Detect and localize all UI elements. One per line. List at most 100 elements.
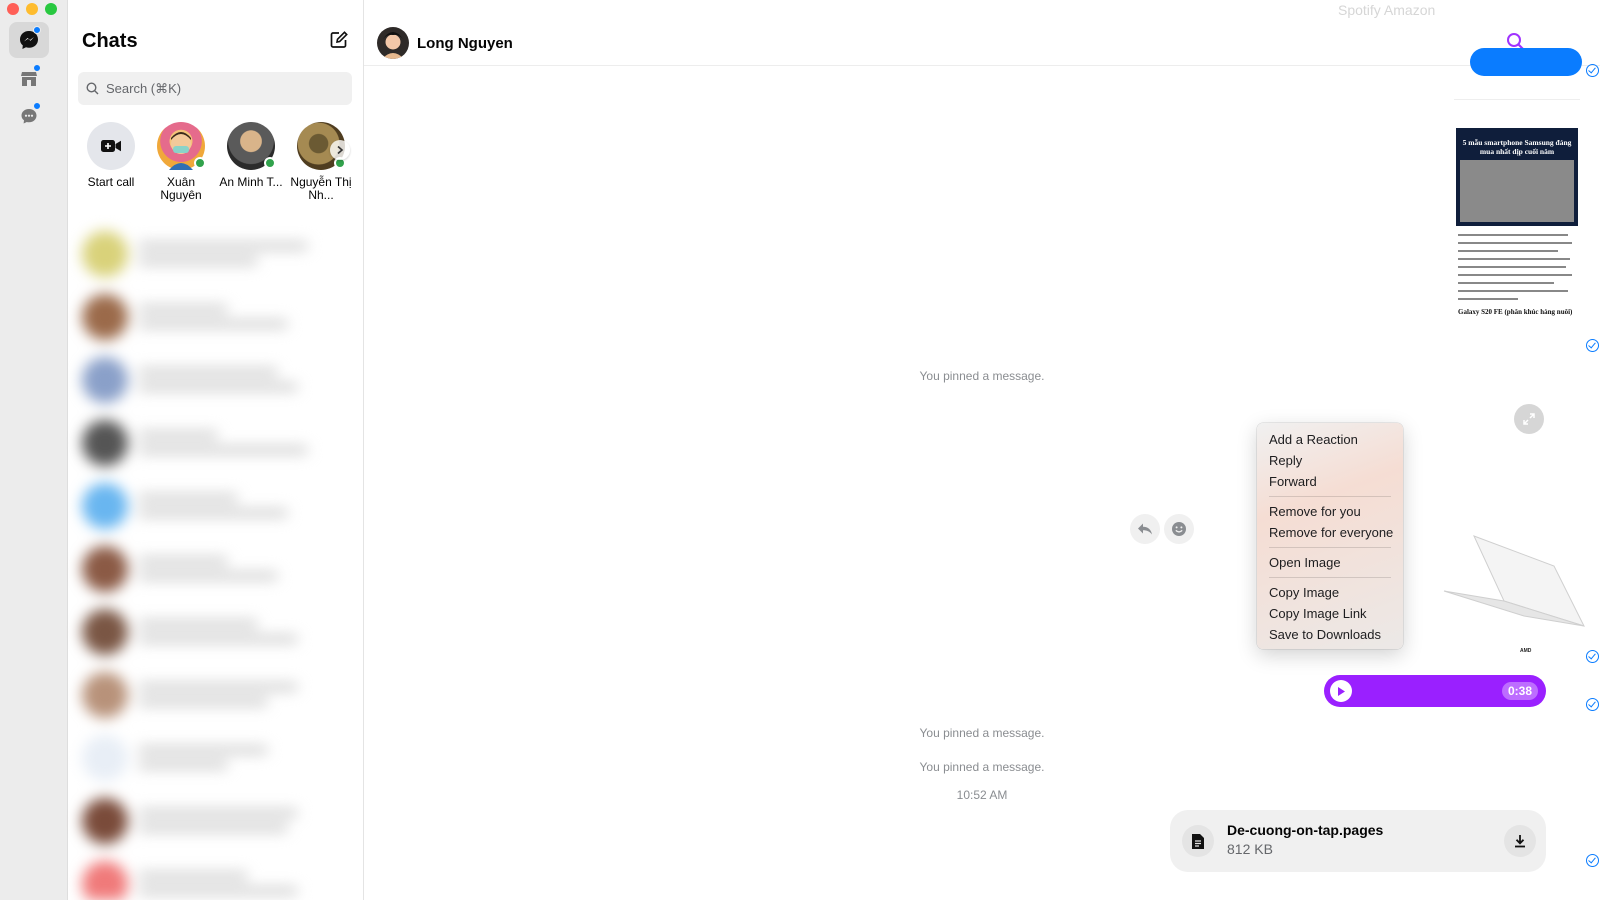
avatar (227, 122, 276, 170)
menu-divider (1269, 547, 1391, 548)
search-box[interactable] (78, 72, 352, 105)
voice-message[interactable]: 0:38 (1324, 675, 1546, 707)
pinned-notice: You pinned a message. (919, 760, 1045, 774)
notification-badge (33, 26, 41, 34)
list-item[interactable] (68, 789, 364, 852)
react-button[interactable] (1164, 514, 1194, 544)
play-button[interactable] (1330, 680, 1352, 702)
search-input[interactable] (106, 81, 336, 96)
notification-badge (33, 102, 41, 110)
contact-avatar-image (377, 27, 409, 59)
message-context-menu: Add a Reaction Reply Forward Remove for … (1257, 423, 1403, 649)
left-rail (0, 0, 68, 900)
image-browser-bar (1454, 88, 1580, 100)
list-item[interactable] (68, 411, 364, 474)
remove-for-everyone-menu-item[interactable]: Remove for everyone (1257, 522, 1403, 543)
file-attachment[interactable]: De-cuong-on-tap.pages 812 KB (1170, 810, 1546, 872)
open-image-menu-item[interactable]: Open Image (1257, 552, 1403, 573)
image-article-caption: Galaxy S20 FE (phân khúc hàng nuôi) (1458, 308, 1573, 316)
story-label: Nguyễn Thị Nh... (290, 175, 352, 202)
file-size: 812 KB (1227, 841, 1273, 857)
list-item[interactable] (68, 726, 364, 789)
message-thread[interactable]: 5 mẫu smartphone Samsung đáng mua nhất d… (364, 48, 1600, 900)
rail-requests-button[interactable] (9, 98, 49, 134)
pinned-notice: You pinned a message. (919, 369, 1045, 383)
image-article-headline: 5 mẫu smartphone Samsung đáng mua nhất d… (1462, 138, 1572, 156)
shared-laptop-image[interactable] (1404, 496, 1600, 666)
sent-check-icon (1586, 650, 1599, 663)
story-contact[interactable]: An Minh T... (218, 122, 284, 212)
remove-for-you-menu-item[interactable]: Remove for you (1257, 501, 1403, 522)
add-reaction-menu-item[interactable]: Add a Reaction (1257, 429, 1403, 450)
chat-header: Long Nguyen Spotify Amazon (364, 0, 1600, 66)
menu-divider (1269, 496, 1391, 497)
contact-name[interactable]: Long Nguyen (417, 35, 513, 52)
compose-button[interactable] (329, 30, 349, 55)
smiley-icon (1172, 522, 1186, 536)
start-call-avatar (87, 122, 135, 170)
video-call-icon (101, 140, 121, 152)
story-label: An Minh T... (219, 175, 283, 189)
menu-divider (1269, 577, 1391, 578)
image-article-text (1454, 226, 1580, 300)
play-icon (1338, 686, 1345, 696)
list-item[interactable] (68, 285, 364, 348)
laptop-image (1443, 535, 1585, 627)
document-icon (1192, 833, 1204, 849)
reply-button[interactable] (1130, 514, 1160, 544)
rail-marketplace-button[interactable] (9, 60, 49, 96)
contact-avatar[interactable] (377, 27, 409, 59)
conversation-list[interactable] (68, 222, 364, 900)
sent-check-icon (1586, 698, 1599, 711)
list-item[interactable] (68, 348, 364, 411)
online-indicator (264, 157, 276, 169)
sent-check-icon (1586, 339, 1599, 352)
voice-duration: 0:38 (1501, 682, 1538, 700)
active-contacts-row: Start call Xuân Nguyên An Minh T... Nguy… (78, 122, 354, 212)
zoom-window-button[interactable] (45, 3, 57, 15)
start-call-button[interactable]: Start call (78, 122, 144, 212)
list-item[interactable] (68, 474, 364, 537)
image-article-hero: 5 mẫu smartphone Samsung đáng mua nhất d… (1456, 128, 1578, 226)
sent-check-icon (1586, 64, 1599, 77)
avatar (157, 122, 206, 170)
story-contact[interactable]: Nguyễn Thị Nh... (288, 122, 354, 212)
list-item[interactable] (68, 537, 364, 600)
timestamp: 10:52 AM (956, 788, 1008, 802)
reply-icon (1138, 523, 1152, 535)
list-item[interactable] (68, 222, 364, 285)
story-contact[interactable]: Xuân Nguyên (148, 122, 214, 212)
shared-screenshot-image[interactable]: 5 mẫu smartphone Samsung đáng mua nhất d… (1454, 88, 1580, 360)
list-item[interactable] (68, 663, 364, 726)
message-bubble[interactable] (1470, 48, 1582, 76)
download-button[interactable] (1504, 825, 1536, 857)
laptop-brand-text: AMD (1520, 648, 1532, 654)
forward-menu-item[interactable]: Forward (1257, 471, 1403, 492)
copy-image-link-menu-item[interactable]: Copy Image Link (1257, 603, 1403, 624)
search-icon (86, 82, 99, 95)
story-label: Start call (87, 175, 135, 189)
sent-check-icon (1586, 854, 1599, 867)
online-indicator (194, 157, 206, 169)
expand-image-button[interactable] (1514, 404, 1544, 434)
close-window-button[interactable] (7, 3, 19, 15)
sidebar-title: Chats (82, 30, 138, 52)
reply-menu-item[interactable]: Reply (1257, 450, 1403, 471)
save-to-downloads-menu-item[interactable]: Save to Downloads (1257, 624, 1403, 645)
download-icon (1515, 835, 1525, 848)
file-icon-badge (1182, 825, 1214, 857)
list-item[interactable] (68, 600, 364, 663)
pinned-notice: You pinned a message. (919, 726, 1045, 740)
list-item[interactable] (68, 852, 364, 900)
faded-header-text: Spotify Amazon (1338, 2, 1436, 18)
copy-image-menu-item[interactable]: Copy Image (1257, 582, 1403, 603)
minimize-window-button[interactable] (26, 3, 38, 15)
notification-badge (33, 64, 41, 72)
story-label: Xuân Nguyên (160, 175, 202, 202)
file-name[interactable]: De-cuong-on-tap.pages (1227, 822, 1383, 838)
chats-sidebar: Chats Start call Xuân Nguyên An Minh T..… (68, 0, 364, 900)
rail-chats-button[interactable] (9, 22, 49, 58)
stories-next-button[interactable] (330, 140, 350, 160)
chevron-right-icon (337, 145, 344, 155)
expand-icon (1523, 413, 1535, 425)
